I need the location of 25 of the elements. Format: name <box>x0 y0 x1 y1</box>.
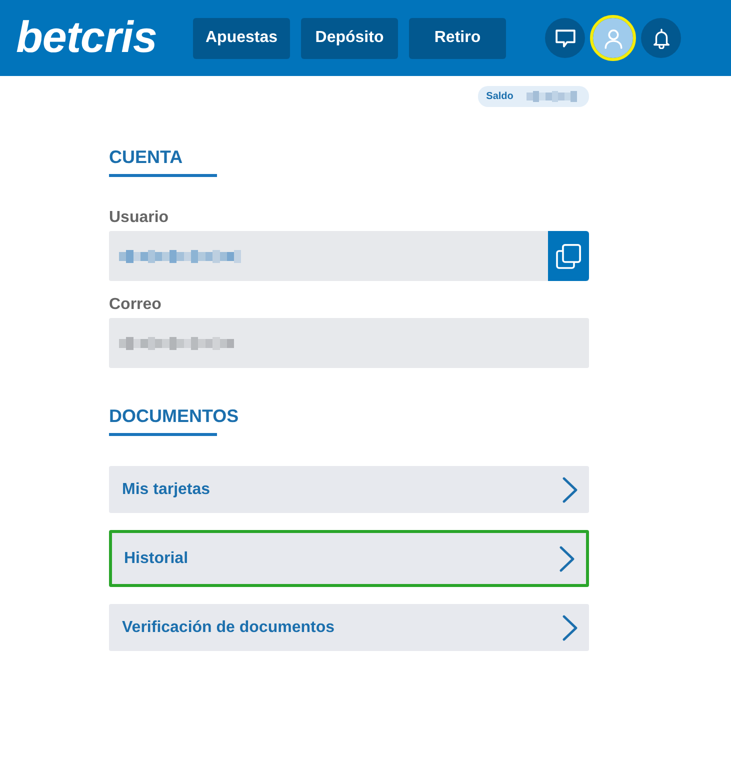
nav-button[interactable]: Retiro <box>409 18 506 58</box>
menu-item[interactable]: Historial <box>109 530 589 587</box>
chevron-right-icon <box>559 546 576 572</box>
profile-button[interactable] <box>590 15 636 61</box>
menu-item[interactable]: Verificación de documentos <box>109 604 589 651</box>
copy-button[interactable] <box>548 231 589 281</box>
section-heading: CUENTA <box>109 146 183 168</box>
chat-bubble-icon <box>554 28 576 48</box>
field-label: Correo <box>109 295 162 315</box>
user-icon <box>602 28 624 48</box>
field-label: Usuario <box>109 208 169 228</box>
menu-item[interactable]: Mis tarjetas <box>109 466 589 513</box>
nav-button[interactable]: Apuestas <box>193 18 290 58</box>
bell-button[interactable] <box>641 18 681 58</box>
input-field[interactable] <box>109 231 589 281</box>
chevron-right-icon <box>562 476 579 502</box>
input-field[interactable] <box>109 318 589 368</box>
chevron-right-icon <box>562 614 579 640</box>
copy-icon <box>556 244 581 268</box>
nav-button[interactable]: Depósito <box>301 18 398 58</box>
section-heading: DOCUMENTOS <box>109 405 239 427</box>
betcris-logo[interactable]: betcris <box>16 16 157 60</box>
balance-label: Saldo <box>486 90 514 104</box>
chat-button[interactable] <box>545 18 585 58</box>
bell-icon <box>650 28 672 48</box>
